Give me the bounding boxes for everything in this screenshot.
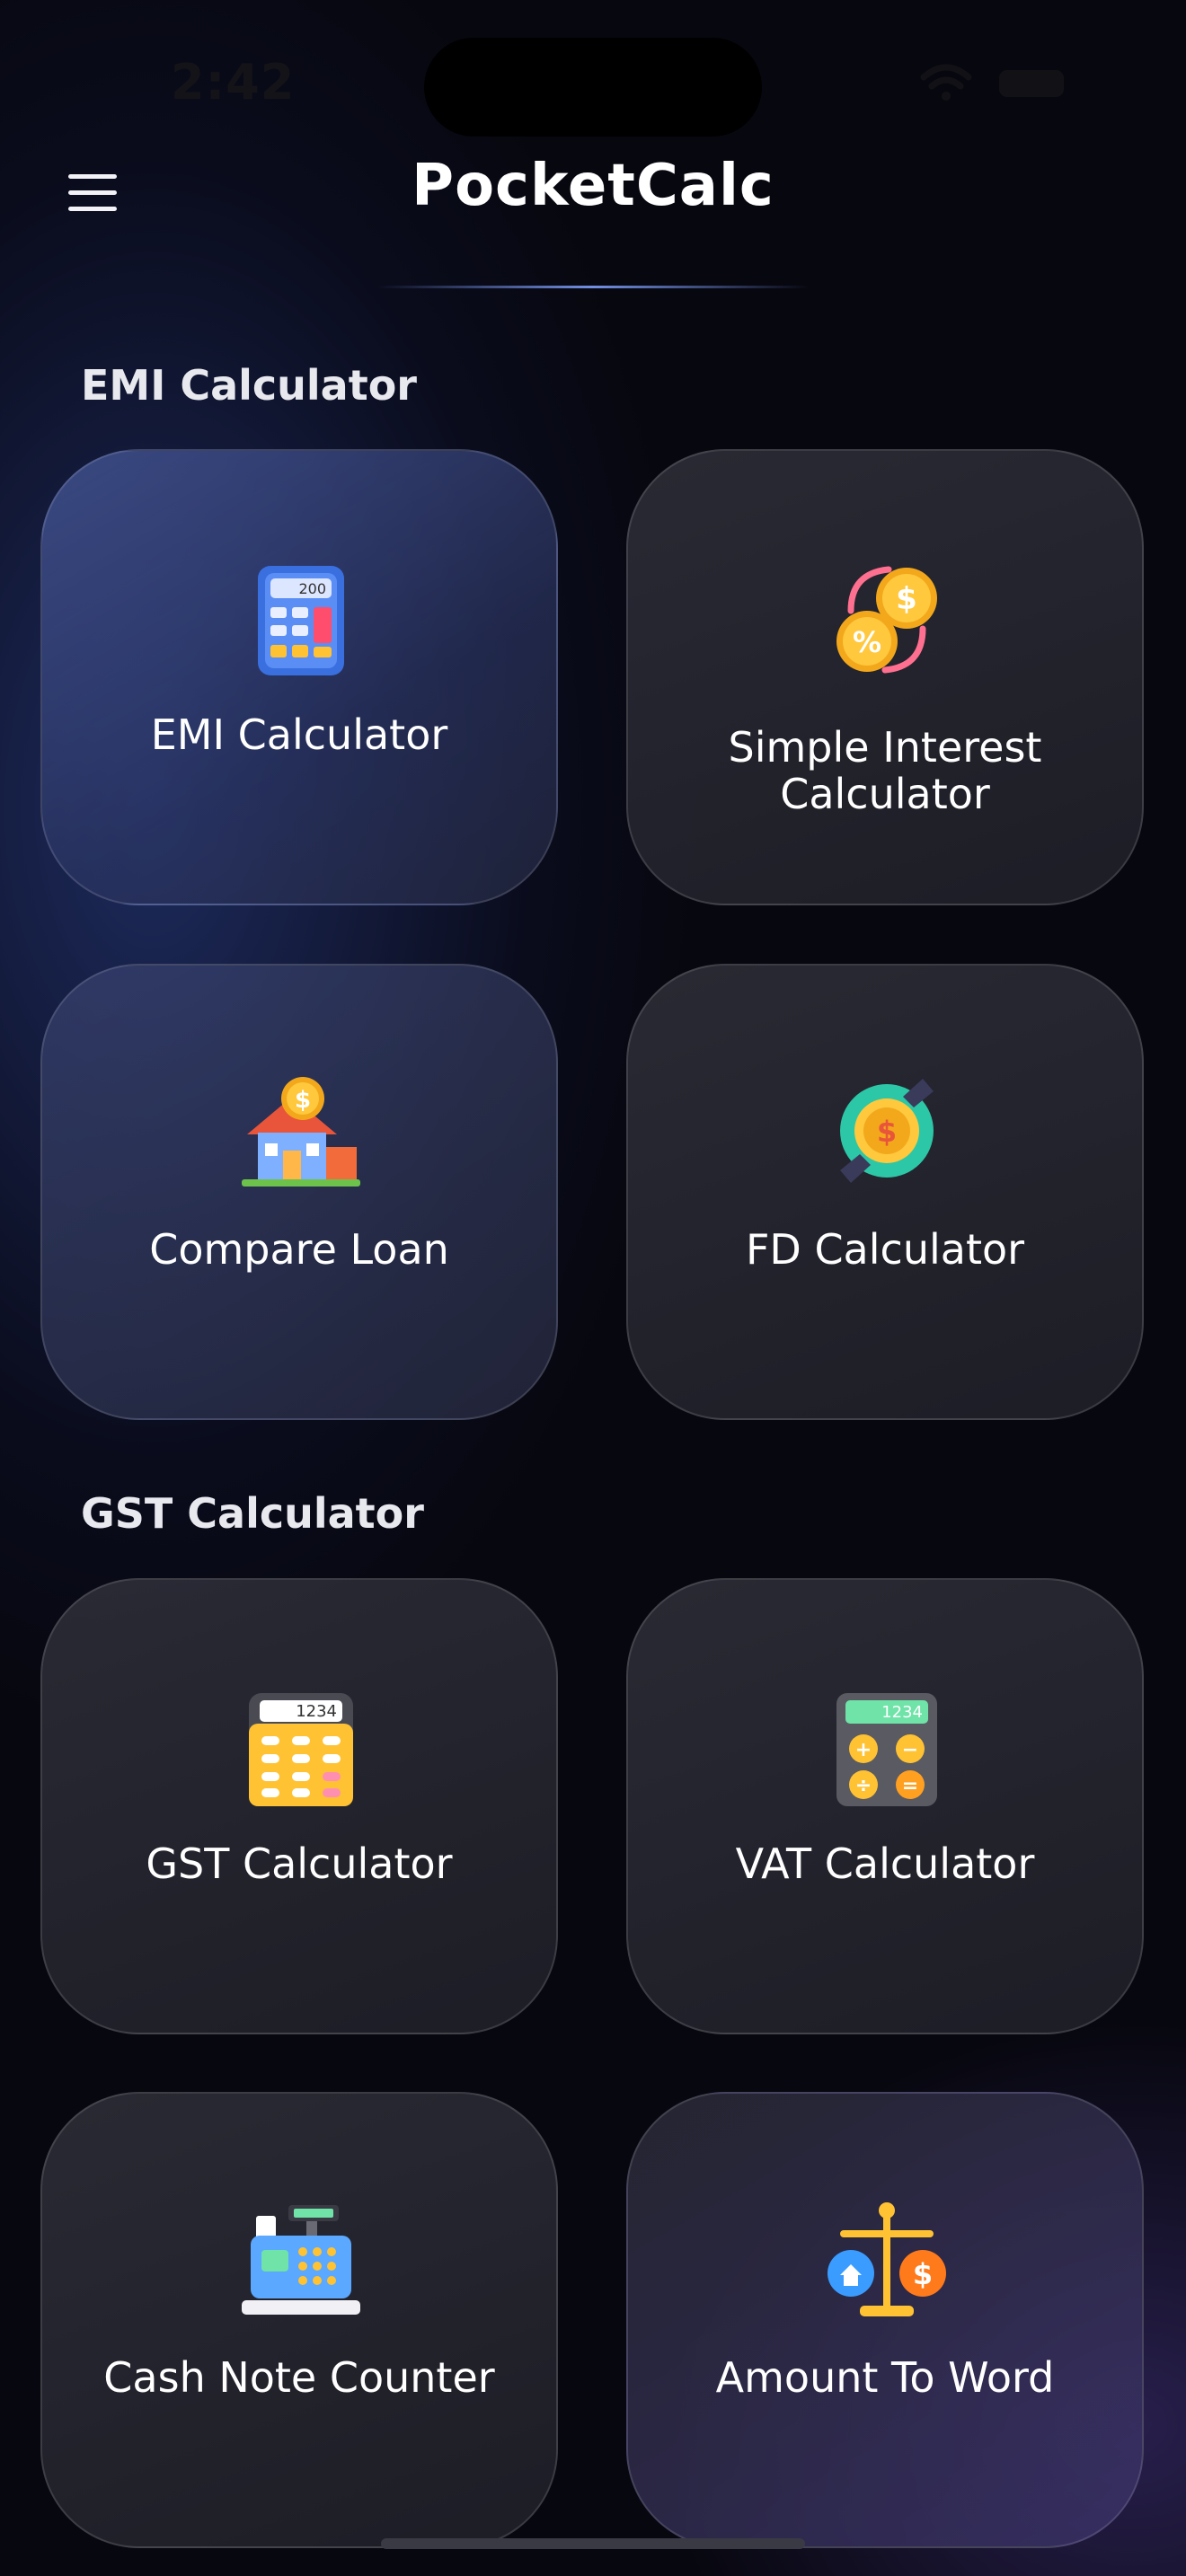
svg-text:200: 200 [298, 580, 326, 597]
amount-to-word-card[interactable]: $ Amount To Word [626, 2092, 1144, 2548]
card-label: Simple Interest Calculator [728, 723, 1042, 818]
fd-calculator-card[interactable]: $ FD Calculator [626, 964, 1144, 1420]
battery-icon [999, 70, 1064, 97]
balance-scale-icon: $ [828, 2202, 946, 2316]
svg-text:$: $ [896, 581, 917, 617]
percent-coins-icon: $ % [836, 566, 937, 674]
gst-calculator-card[interactable]: 1234 GST Calculator [40, 1578, 558, 2034]
app-title: PocketCalc [412, 153, 774, 219]
svg-text:1234: 1234 [881, 1703, 923, 1722]
calculator-icon: 200 [258, 566, 344, 675]
emi-calculator-card[interactable]: 200 EMI Calculator [40, 449, 558, 905]
svg-text:$: $ [295, 1087, 311, 1114]
card-label: VAT Calculator [735, 1839, 1035, 1888]
simple-interest-calculator-card[interactable]: $ % Simple Interest Calculator [626, 449, 1144, 905]
wifi-icon [920, 64, 972, 101]
vat-calculator-card[interactable]: 1234 + − ÷ = VAT Calculator [626, 1578, 1144, 2034]
gst-calculator-icon: 1234 [249, 1693, 353, 1806]
card-label: Compare Loan [149, 1225, 449, 1274]
svg-text:−: − [902, 1739, 918, 1761]
card-label: GST Calculator [146, 1839, 453, 1888]
card-label: Amount To Word [715, 2353, 1055, 2402]
card-label: FD Calculator [745, 1225, 1025, 1274]
svg-text:=: = [902, 1775, 918, 1797]
svg-text:÷: ÷ [855, 1775, 872, 1797]
title-divider [377, 286, 809, 288]
home-indicator[interactable] [381, 2538, 805, 2549]
svg-text:1234: 1234 [296, 1702, 337, 1721]
svg-text:$: $ [913, 2257, 933, 2291]
svg-text:$: $ [877, 1115, 897, 1149]
section-title-emi: EMI Calculator [81, 361, 417, 410]
compare-loan-card[interactable]: $ Compare Loan [40, 964, 558, 1420]
cash-note-counter-card[interactable]: Cash Note Counter [40, 2092, 558, 2548]
house-loan-icon: $ [242, 1077, 360, 1187]
vat-calculator-icon: 1234 + − ÷ = [836, 1693, 937, 1806]
svg-text:+: + [855, 1739, 872, 1761]
card-label: EMI Calculator [150, 710, 448, 759]
dynamic-island [424, 38, 762, 137]
svg-text:%: % [853, 625, 881, 659]
section-title-gst: GST Calculator [81, 1489, 424, 1538]
status-time: 2:42 [171, 54, 296, 110]
app-header: PocketCalc [0, 135, 1186, 296]
cash-register-icon [242, 2205, 360, 2315]
card-label: Cash Note Counter [103, 2353, 495, 2402]
fixed-deposit-coin-icon: $ [840, 1079, 934, 1183]
